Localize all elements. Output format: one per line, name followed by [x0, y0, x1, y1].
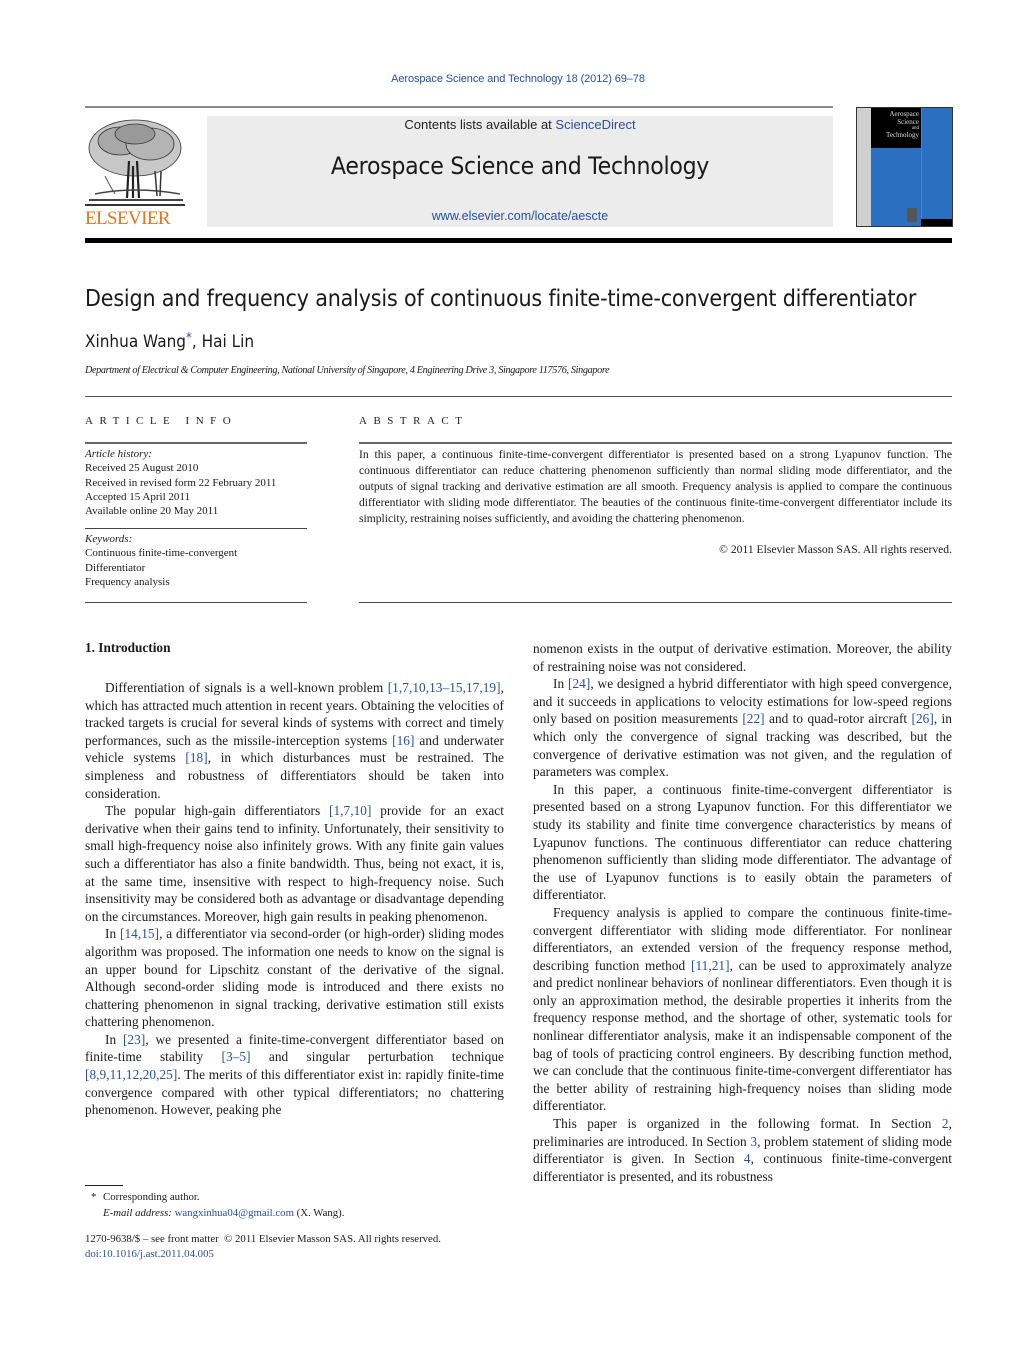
- journal-cover-thumbnail[interactable]: Aerospace Science and Technology: [856, 107, 953, 227]
- body-paragraph: Differentiation of signals is a well-kno…: [85, 679, 504, 802]
- citation-link[interactable]: [16]: [392, 733, 414, 748]
- contents-line: Contents lists available at ScienceDirec…: [207, 117, 833, 132]
- body-paragraph: In [23], we presented a finite-time-conv…: [85, 1031, 504, 1119]
- abstract-copyright: © 2011 Elsevier Masson SAS. All rights r…: [719, 543, 952, 556]
- article-title: Design and frequency analysis of continu…: [85, 286, 917, 312]
- body-paragraph: In [14,15], a differentiator via second-…: [85, 925, 504, 1031]
- sciencedirect-link[interactable]: ScienceDirect: [555, 117, 635, 132]
- journal-header: Contents lists available at ScienceDirec…: [207, 116, 833, 227]
- paragraph-text: and to quad-rotor aircraft: [764, 711, 912, 727]
- history-entry: Received in revised form 22 February 201…: [85, 476, 277, 489]
- section-heading-introduction: 1. Introduction: [85, 640, 171, 655]
- doi-link[interactable]: doi:10.1016/j.ast.2011.04.005: [85, 1248, 214, 1260]
- body-paragraph: In [24], we designed a hybrid differenti…: [533, 675, 952, 781]
- citation-link[interactable]: [14,15]: [120, 926, 159, 941]
- citation-link[interactable]: [11,21]: [691, 958, 730, 973]
- history-entry: Available online 20 May 2011: [85, 505, 219, 518]
- citation-link[interactable]: [24]: [568, 676, 590, 691]
- cover-divider: [921, 108, 922, 219]
- paragraph-text: , can be used to approximately analyze a…: [533, 957, 952, 1114]
- history-entry: Accepted 15 April 2011: [85, 490, 190, 503]
- paragraph-text: , a differentiator via second-order (or …: [85, 926, 504, 1030]
- paragraph-text: In: [105, 926, 120, 942]
- footnote-rule: [85, 1185, 123, 1186]
- keyword: Frequency analysis: [85, 575, 170, 588]
- article-info-bottom-rule: [85, 602, 307, 603]
- keywords-rule: [85, 528, 307, 529]
- citation-link[interactable]: [1,7,10,13–15,17,19]: [388, 680, 501, 695]
- citation-link[interactable]: [8,9,11,12,20,25]: [85, 1067, 177, 1082]
- body-paragraph: nomenon exists in the output of derivati…: [533, 640, 952, 675]
- paragraph-text: and singular perturbation tech­nique: [250, 1049, 505, 1065]
- abstract-bottom-rule: [359, 602, 952, 603]
- elsevier-logo[interactable]: ELSEVIER: [85, 116, 185, 229]
- body-paragraph: In this paper, a continuous finite-time-…: [533, 781, 952, 904]
- paragraph-text: The popular high-gain differentiators: [105, 803, 329, 819]
- keywords-label: Keywords:: [85, 533, 133, 545]
- author-name[interactable]: Xinhua Wang: [85, 332, 186, 352]
- footnotes: * Corresponding author. E-mail address: w…: [85, 1189, 344, 1221]
- keyword: Differentiator: [85, 561, 146, 574]
- email-label: E-mail address:: [103, 1207, 172, 1219]
- paragraph-text: In: [105, 1031, 123, 1047]
- paragraph-text: Differentiation of signals is a well-kno…: [105, 680, 388, 695]
- journal-url-link[interactable]: www.elsevier.com/locate/aescte: [207, 209, 833, 223]
- top-rule: [85, 106, 833, 108]
- paragraph-text: This paper is organized in the following…: [553, 1116, 942, 1132]
- cover-title: Aerospace Science and Technology: [886, 110, 919, 139]
- keywords: Keywords: Continuous finite-time-converg…: [85, 532, 237, 589]
- email-footnote: E-mail address: wangxinhua04@gmail.com (…: [103, 1207, 345, 1219]
- paragraph-text: nomenon exists in the output of derivati…: [533, 641, 952, 674]
- article-history-label: Article history:: [85, 448, 152, 460]
- article-info-rule: [85, 442, 307, 444]
- contents-prefix: Contents lists available at: [404, 117, 556, 132]
- corresponding-author-footnote: * Corresponding author.: [85, 1189, 344, 1205]
- keyword: Continuous finite-time-convergent: [85, 547, 238, 560]
- abstract-heading: ABSTRACT: [359, 415, 469, 427]
- author-name[interactable]: Hai Lin: [202, 332, 254, 352]
- affiliation: Department of Electrical & Computer Engi…: [85, 365, 610, 376]
- body-column-right: nomenon exists in the output of derivati…: [533, 640, 952, 1185]
- body-paragraph: This paper is organized in the following…: [533, 1115, 952, 1185]
- journal-title: Aerospace Science and Technology: [330, 152, 710, 180]
- citation-link[interactable]: [23]: [123, 1032, 145, 1047]
- paragraph-text: In this paper, a continuous finite-time-…: [533, 781, 952, 903]
- body-column-left: Differentiation of signals is a well-kno…: [85, 679, 504, 1119]
- abstract-text: In this paper, a continuous finite-time-…: [359, 448, 952, 526]
- journal-reference[interactable]: Aerospace Science and Technology 18 (201…: [0, 73, 1020, 85]
- abstract-rule: [359, 442, 952, 444]
- title-divider: [85, 396, 952, 397]
- elsevier-wordmark: ELSEVIER: [85, 208, 171, 229]
- citation-link[interactable]: [1,7,10]: [329, 803, 372, 818]
- article-info-heading: ARTICLE INFO: [85, 415, 238, 427]
- tree-icon: [85, 119, 185, 206]
- paragraph-text: In: [553, 676, 568, 692]
- citation-link[interactable]: [3–5]: [222, 1049, 251, 1064]
- history-entry: Received 25 August 2010: [85, 462, 199, 475]
- citation-link[interactable]: 2: [942, 1116, 949, 1131]
- email-link[interactable]: wangxinhua04@gmail.com: [175, 1207, 294, 1219]
- cover-publisher-icon: [907, 208, 917, 222]
- body-paragraph: Frequency analysis is applied to compare…: [533, 904, 952, 1115]
- body-paragraph: The popular high-gain differentiators [1…: [85, 802, 504, 925]
- front-matter-notice: 1270-9638/$ – see front matter © 2011 El…: [85, 1233, 441, 1245]
- author-separator: ,: [191, 332, 202, 352]
- citation-link[interactable]: [26]: [912, 711, 934, 726]
- article-history: Article history: Received 25 August 2010…: [85, 447, 276, 518]
- paragraph-text: provide for an exact derivative when the…: [85, 803, 504, 924]
- cover-spine: [857, 108, 871, 226]
- citation-link[interactable]: 4: [744, 1151, 751, 1166]
- front-matter: 1270-9638/$ – see front matter © 2011 El…: [85, 1232, 441, 1262]
- footnote-star: *: [91, 1191, 97, 1203]
- cover-bottom-strip: [921, 219, 952, 226]
- citation-link[interactable]: [22]: [742, 711, 764, 726]
- author-list: Xinhua Wang*, Hai Lin: [85, 331, 254, 352]
- citation-link[interactable]: [18]: [185, 750, 207, 765]
- header-thick-rule: [85, 238, 952, 243]
